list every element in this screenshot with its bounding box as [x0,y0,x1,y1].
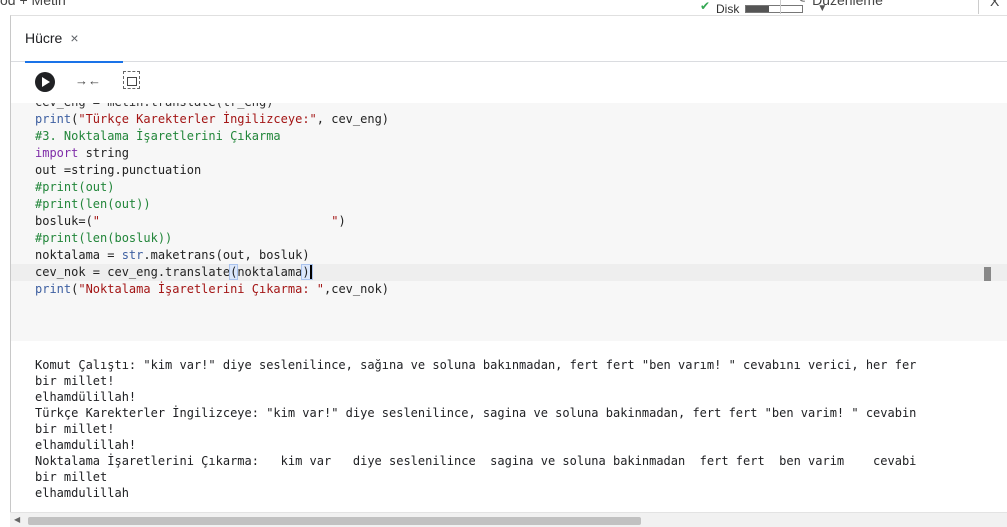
output-line: Komut Çalıştı: "kim var!" diye seslenili… [35,358,917,372]
divider [780,0,781,14]
more-options-icon[interactable]: ⋮ [1001,26,1007,43]
close-icon[interactable]: X [990,0,999,9]
code-line: cev_eng = metin.translate(tr_eng) [35,103,273,111]
top-toolbar: od + Metin ✔ Disk ▼ ✎ Düzenleme X [0,0,1007,14]
pencil-icon: ✎ [796,0,806,8]
code-line: import string [35,146,129,160]
output-line: elhamdülillah! [35,390,137,404]
code-line: bosluk=(" ") [35,214,346,228]
cell-panel: Hücre × ⋮ →← cev_eng = metin.translate(t… [10,15,1007,527]
output-line: elhamdulillah! [35,438,137,452]
output-line: elhamdulillah [35,486,129,500]
cell-toolbar: →← [11,63,1007,103]
scroll-left-icon[interactable]: ◀ [14,515,20,524]
scrollbar-thumb[interactable] [28,517,641,525]
code-line: noktalama = str.maketrans(out, bosluk) [35,248,310,262]
disk-label: Disk [716,2,740,14]
divider [978,0,979,14]
code-line: print("Noktalama İşaretlerini Çıkarma: "… [35,282,390,296]
check-icon: ✔ [700,0,711,13]
tab-bar: Hücre × ⋮ [11,16,1007,63]
code-line-active: cev_nok = cev_eng.translate(noktalama) [35,264,313,280]
cell-output: Komut Çalıştı: "kim var!" diye seslenili… [11,341,1007,516]
edit-mode-label: Düzenleme [812,0,883,8]
tab-cell[interactable]: Hücre × [25,30,123,63]
scratch-cell-icon[interactable] [123,71,140,89]
output-line: bir millet! [35,374,115,388]
code-line: #3. Noktalama İşaretlerini Çıkarma [35,129,281,143]
disk-usage-bar [745,5,804,13]
collapse-icon[interactable]: →← [75,73,101,88]
code-line: #print(len(bosluk)) [35,231,173,245]
code-line: #print(len(out)) [35,197,151,211]
code-line: print("Türkçe Karekterler İngilizceye:",… [35,112,390,126]
toolbar-left-clipped[interactable]: od + Metin [0,0,66,8]
output-line: Türkçe Karekterler İngilizceye: "kim var… [35,406,917,420]
tab-label: Hücre [25,30,63,46]
code-editor[interactable]: cev_eng = metin.translate(tr_eng) print(… [11,103,1007,341]
disk-usage-fill [746,6,769,12]
run-cell-icon[interactable] [35,72,55,92]
code-line: #print(out) [35,180,115,194]
code-line: out =string.punctuation [35,163,202,177]
tab-close-icon[interactable]: × [70,30,78,62]
edit-mode-button[interactable]: ✎ Düzenleme [796,0,883,8]
output-line: Noktalama İşaretlerini Çıkarma: kim var … [35,454,917,468]
output-line: bir millet [35,470,108,484]
editor-scrollbar-thumb[interactable] [984,267,991,281]
horizontal-scrollbar[interactable]: ◀ [10,512,1007,527]
output-line: bir millet! [35,422,115,436]
